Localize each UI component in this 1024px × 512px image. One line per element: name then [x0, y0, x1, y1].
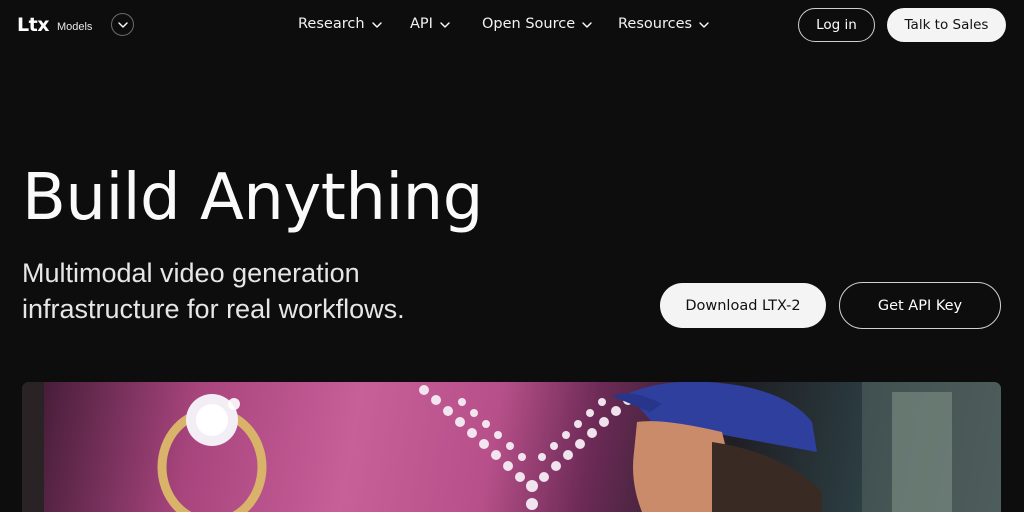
brand-logo: Ltx — [17, 14, 49, 36]
nav-item-label: Open Source — [482, 16, 576, 32]
brand-switcher-button[interactable] — [111, 13, 134, 36]
chevron-down-icon — [699, 21, 709, 28]
chevron-down-icon — [117, 21, 128, 28]
talk-to-sales-button[interactable]: Talk to Sales — [887, 8, 1006, 42]
top-navigation: Ltx Models Research API Open Source Reso… — [0, 0, 1024, 50]
hero-subtitle: Multimodal video generation infrastructu… — [22, 258, 405, 324]
brand-logo-link[interactable]: Ltx Models — [17, 14, 92, 36]
nav-item-open-source[interactable]: Open Source — [482, 15, 592, 33]
chevron-down-icon — [371, 21, 382, 28]
download-ltx-2-button[interactable]: Download LTX-2 — [660, 283, 826, 328]
nav-item-label: Research — [298, 16, 365, 32]
nav-item-label: Resources — [618, 16, 693, 32]
get-api-key-button[interactable]: Get API Key — [839, 282, 1001, 329]
nav-item-label: API — [410, 16, 433, 32]
nav-item-research[interactable]: Research — [298, 15, 382, 33]
chevron-down-icon — [582, 21, 592, 28]
nav-item-resources[interactable]: Resources — [618, 15, 709, 33]
nav-item-api[interactable]: API — [410, 15, 450, 33]
chevron-down-icon — [440, 21, 450, 28]
brand-sub-label: Models — [56, 20, 93, 33]
login-button[interactable]: Log in — [798, 8, 875, 42]
hero-title: Build Anything — [22, 161, 483, 235]
video-frame-illustration — [22, 382, 1001, 512]
hero-video-preview[interactable] — [22, 382, 1001, 512]
